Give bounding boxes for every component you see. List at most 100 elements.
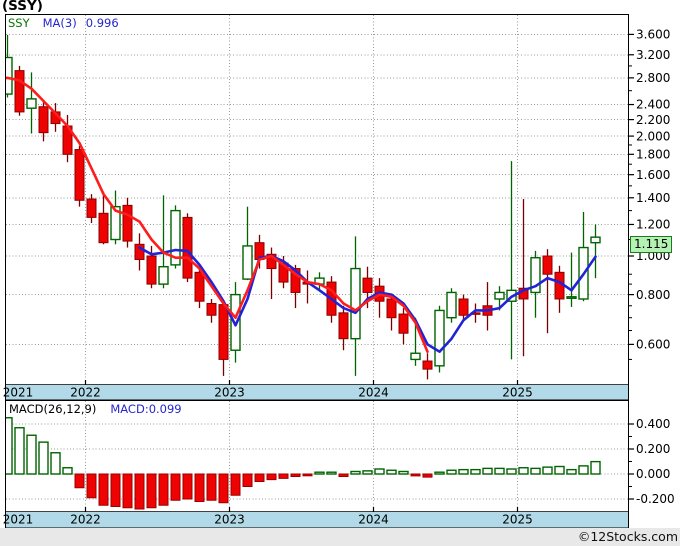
candle-body <box>590 236 601 244</box>
macd-bar <box>386 469 397 475</box>
macd-bar <box>158 473 169 506</box>
macd-header: MACD(26,12,9) MACD:0.099 <box>9 402 182 416</box>
last-price-tag: 1.115 <box>630 236 673 253</box>
candle-body <box>194 271 205 302</box>
macd-bar <box>518 467 529 475</box>
candle-body <box>182 216 193 279</box>
candle-body <box>158 266 169 285</box>
price-axis-label: 1.200 <box>636 218 670 232</box>
macd-bar <box>134 473 145 510</box>
candle-body <box>98 212 109 244</box>
year-label: 2023 <box>214 513 245 527</box>
macd-params-label: MACD(26,12,9) <box>9 402 97 416</box>
candle-body <box>242 245 253 280</box>
macd-chart-frame <box>5 400 629 528</box>
macd-bar <box>554 465 565 475</box>
year-label: 2022 <box>70 513 101 527</box>
macd-bar <box>14 427 25 475</box>
price-axis-label: 1.600 <box>636 168 670 182</box>
macd-bar <box>254 473 265 482</box>
candle-body <box>26 98 37 109</box>
macd-bar <box>242 473 253 487</box>
macd-bar <box>302 473 313 477</box>
candle-body <box>14 70 25 113</box>
macd-bar <box>506 468 517 475</box>
candle-body <box>206 302 217 316</box>
price-axis-label: 1.400 <box>636 191 670 205</box>
macd-value-label: MACD:0.099 <box>110 402 182 416</box>
macd-bar <box>182 473 193 500</box>
year-label: 2021 <box>3 513 34 527</box>
candle-body <box>218 304 229 360</box>
macd-bar <box>278 473 289 479</box>
macd-bar <box>530 467 541 475</box>
macd-axis-label: 0.400 <box>636 417 670 431</box>
macd-bar <box>470 468 481 475</box>
macd-bar <box>98 473 109 506</box>
candle-body <box>446 291 457 319</box>
candle-body <box>458 298 469 316</box>
macd-bar <box>122 473 133 509</box>
macd-bar <box>62 467 73 475</box>
ma-legend: SSY MA(3) 0.996 <box>8 16 119 30</box>
macd-bar <box>74 473 85 489</box>
candle-body <box>350 267 361 340</box>
macd-bar <box>374 468 385 475</box>
price-axis-label: 1.800 <box>636 148 670 162</box>
macd-bar <box>350 470 361 475</box>
price-axis-label: 0.600 <box>636 338 670 352</box>
candle-body <box>146 255 157 285</box>
legend-ma-value: 0.996 <box>85 16 119 30</box>
macd-axis-label: 0.200 <box>636 442 670 456</box>
candle-body <box>74 149 85 201</box>
macd-bar <box>338 473 349 477</box>
macd-bar <box>206 473 217 501</box>
macd-bar <box>566 468 577 475</box>
macd-bar <box>290 473 301 477</box>
candle-body <box>542 255 553 275</box>
macd-bar <box>410 473 421 477</box>
macd-bar <box>6 417 13 475</box>
macd-bar <box>482 467 493 475</box>
candle-body <box>338 312 349 340</box>
year-label: 2024 <box>358 513 389 527</box>
year-label: 2021 <box>3 386 34 400</box>
candle-body <box>422 360 433 370</box>
year-label: 2023 <box>214 386 245 400</box>
candle-body <box>410 352 421 361</box>
macd-bar <box>50 452 61 475</box>
main-chart-frame <box>5 14 629 400</box>
macd-bar <box>266 473 277 481</box>
macd-bar <box>26 434 37 475</box>
macd-axis-label: 0.000 <box>636 467 670 481</box>
chart-canvas: 3.600 3.200 2.800 2.4002.200 2.000 1.800 1.600… <box>3 14 675 528</box>
price-axis-label: 2.200 <box>636 113 670 127</box>
macd-bar <box>110 473 121 507</box>
macd-bar <box>38 441 49 475</box>
candle-body <box>398 313 409 334</box>
candle-body <box>6 56 13 95</box>
page-title: (SSY) <box>2 0 43 14</box>
macd-bar <box>362 470 373 475</box>
macd-bar <box>218 473 229 504</box>
macd-bar <box>494 467 505 475</box>
macd-bar <box>422 473 433 478</box>
macd-bar <box>170 473 181 501</box>
candle-body <box>566 296 577 299</box>
candle-body <box>122 204 133 242</box>
candle-body <box>86 198 97 218</box>
macd-bar <box>398 470 409 475</box>
price-axis-label: 3.200 <box>636 48 670 62</box>
macd-bar <box>434 471 445 475</box>
macd-bar <box>194 473 205 502</box>
legend-ma-label: MA(3) <box>42 16 77 30</box>
macd-bar <box>146 473 157 509</box>
macd-bar <box>458 468 469 475</box>
macd-bar <box>578 465 589 475</box>
year-label: 2022 <box>70 386 101 400</box>
price-axis-label: 3.600 <box>636 28 670 42</box>
candle-body <box>434 309 445 367</box>
year-label: 2024 <box>358 386 389 400</box>
candle-body <box>38 106 49 134</box>
year-label: 2025 <box>502 513 533 527</box>
